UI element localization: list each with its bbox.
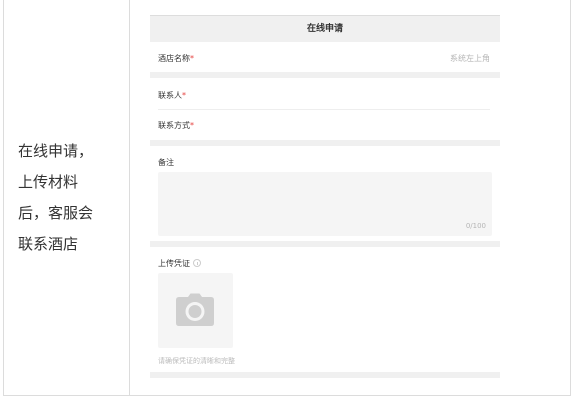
upload-hint: 请确保凭证的清晰和完整 xyxy=(158,357,235,365)
upload-button[interactable] xyxy=(158,273,233,348)
form-title: 在线申请 xyxy=(150,15,500,42)
char-counter: 0/100 xyxy=(465,222,486,230)
upload-label-row: 上传凭证 xyxy=(158,258,201,269)
hotel-name-field[interactable]: 酒店名称* xyxy=(158,53,194,64)
upload-label: 上传凭证 xyxy=(158,259,190,268)
description-text: 在线申请， 上传材料 后，客服会 联系酒店 xyxy=(18,136,118,260)
required-mark: * xyxy=(190,121,194,130)
section-gap xyxy=(150,372,500,378)
description-line: 上传材料 xyxy=(18,173,79,191)
required-mark: * xyxy=(190,54,194,63)
contact-method-field[interactable]: 联系方式* xyxy=(158,120,194,131)
description-line: 后，客服会 xyxy=(18,204,94,222)
section-gap xyxy=(150,241,500,247)
contact-person-label: 联系人 xyxy=(158,91,182,100)
column-divider xyxy=(129,0,130,396)
contact-person-field[interactable]: 联系人* xyxy=(158,90,186,101)
description-line: 联系酒店 xyxy=(18,235,79,253)
application-form: 在线申请 酒店名称* 系统左上角 联系人* 联系方式* 备注 0/100 上传凭… xyxy=(150,15,500,378)
contact-method-label: 联系方式 xyxy=(158,121,190,130)
section-gap xyxy=(150,72,500,78)
remarks-textarea[interactable]: 0/100 xyxy=(158,172,492,236)
row-divider xyxy=(158,109,490,110)
remarks-label: 备注 xyxy=(158,158,174,167)
info-icon[interactable] xyxy=(193,259,201,267)
description-line: 在线申请， xyxy=(18,142,94,160)
required-mark: * xyxy=(182,91,186,100)
hotel-name-hint: 系统左上角 xyxy=(450,54,490,63)
camera-icon xyxy=(176,293,214,326)
section-gap xyxy=(150,140,500,146)
hotel-name-label: 酒店名称 xyxy=(158,54,190,63)
